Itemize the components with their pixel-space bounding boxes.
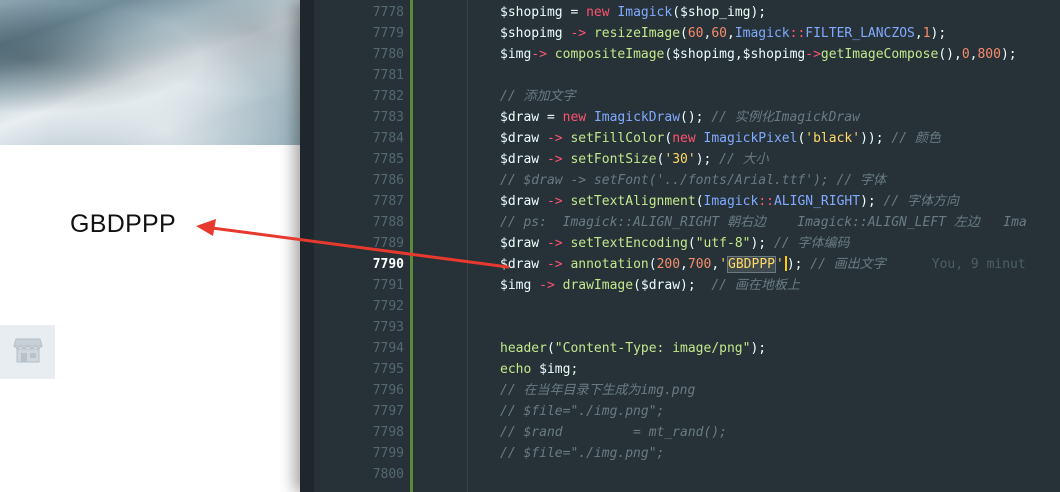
git-blame-annotation: You, 9 minut <box>931 257 1026 272</box>
storefront-icon <box>12 336 43 368</box>
code-line[interactable]: $img -> drawImage($draw); // 画在地板上 <box>500 275 800 296</box>
code-comment-line[interactable]: // $file="./img.png"; <box>500 443 664 464</box>
line-number: 7783 <box>372 110 404 125</box>
shop-button[interactable] <box>0 325 55 379</box>
code-line[interactable]: $draw -> setFillColor(new ImagickPixel('… <box>500 128 941 149</box>
line-number: 7779 <box>372 26 404 41</box>
code-editor[interactable]: 7778 7779 7780 7781 7782 7783 7784 7785 … <box>300 0 1060 492</box>
line-number: 7798 <box>372 425 404 440</box>
code-line[interactable]: echo $img; <box>500 359 578 380</box>
line-number: 7796 <box>372 383 404 398</box>
line-number: 7789 <box>372 236 404 251</box>
code-line[interactable]: $shopimg -> resizeImage(60,60,Imagick::F… <box>500 23 946 44</box>
code-comment-line[interactable]: // 添加文字 <box>500 86 575 107</box>
rendered-annotation-text: GBDPPP <box>70 210 176 238</box>
git-change-indicator <box>410 0 413 492</box>
line-number: 7791 <box>372 278 404 293</box>
code-comment-line[interactable]: // $draw -> setFont('../fonts/Arial.ttf'… <box>500 170 886 191</box>
code-comment-line[interactable]: // $file="./img.png"; <box>500 401 664 422</box>
code-comment-line[interactable]: // $rand = mt_rand(); <box>500 422 727 443</box>
line-number: 7795 <box>372 362 404 377</box>
code-line[interactable]: $draw -> setFontSize('30'); // 大小 <box>500 149 769 170</box>
line-number: 7800 <box>372 467 404 482</box>
line-number: 7787 <box>372 194 404 209</box>
code-line[interactable]: header("Content-Type: image/png"); <box>500 338 766 359</box>
line-number: 7782 <box>372 89 404 104</box>
code-line[interactable]: $draw -> setTextEncoding("utf-8"); // 字体… <box>500 233 849 254</box>
line-number: 7794 <box>372 341 404 356</box>
line-number: 7797 <box>372 404 404 419</box>
code-line[interactable]: $draw = new ImagickDraw(); // 实例化Imagick… <box>500 107 860 128</box>
line-number: 7792 <box>372 299 404 314</box>
current-line-number: 7790 <box>372 257 404 272</box>
code-line[interactable]: $img-> compositeImage($shopimg,$shopimg-… <box>500 44 1017 65</box>
line-number: 7786 <box>372 173 404 188</box>
line-number: 7785 <box>372 152 404 167</box>
product-photo <box>0 0 300 145</box>
line-number: 7781 <box>372 68 404 83</box>
code-line[interactable]: $shopimg = new Imagick($shop_img); <box>500 2 766 23</box>
code-comment-line[interactable]: // 在当年目录下生成为img.png <box>500 380 695 401</box>
line-number: 7799 <box>372 446 404 461</box>
indent-guide <box>467 0 468 492</box>
current-code-line[interactable]: $draw -> annotation(200,700,'GBDPPP'); /… <box>500 254 1026 275</box>
browser-preview-pane: GBDPPP <box>0 0 300 492</box>
code-line[interactable]: $draw -> setTextAlignment(Imagick::ALIGN… <box>500 191 959 212</box>
line-number: 7788 <box>372 215 404 230</box>
line-number: 7784 <box>372 131 404 146</box>
line-number: 7780 <box>372 47 404 62</box>
editor-gutter-edge <box>300 0 314 492</box>
line-number: 7778 <box>372 5 404 20</box>
line-number: 7793 <box>372 320 404 335</box>
selected-string-highlight[interactable]: GBDPPP <box>727 256 776 273</box>
code-comment-line[interactable]: // ps: Imagick::ALIGN_RIGHT 朝右边 Imagick:… <box>500 212 1027 233</box>
line-number-gutter: 7778 7779 7780 7781 7782 7783 7784 7785 … <box>314 0 408 492</box>
